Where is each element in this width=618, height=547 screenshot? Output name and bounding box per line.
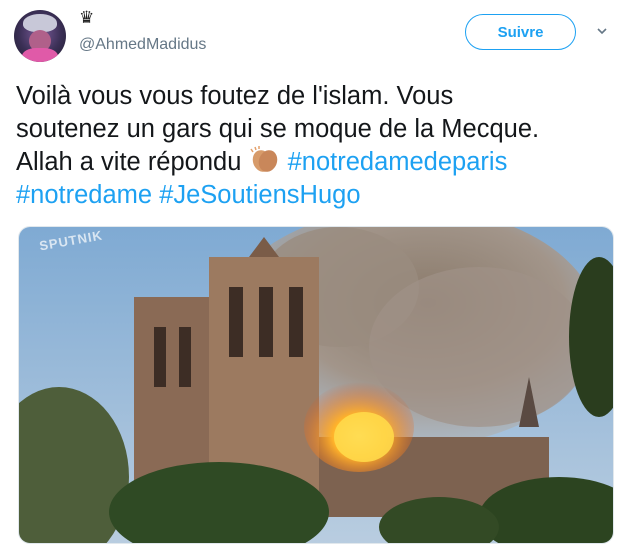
tweet-line-3-text: Allah a vite répondu (16, 148, 249, 176)
tweet-line-3: Allah a vite répondu #notredamedeparis (16, 146, 616, 179)
username[interactable]: @AhmedMadidus (79, 36, 206, 54)
tweet-line-1: Voilà vous vous foutez de l'islam. Vous (16, 82, 454, 110)
follow-button[interactable]: Suivre (465, 14, 576, 50)
tweet-photo[interactable]: SPUTNIK (18, 226, 614, 544)
hashtag-notredamedeparis[interactable]: #notredamedeparis (288, 148, 508, 176)
tweet-line-4: #notredame #JeSoutiensHugo (16, 179, 616, 212)
hashtag-jesoutienshugo[interactable]: #JeSoutiensHugo (159, 181, 360, 209)
avatar[interactable] (14, 10, 66, 62)
tweet-text: Voilà vous vous foutez de l'islam. Vous … (16, 80, 616, 212)
chevron-down-icon[interactable] (597, 26, 607, 36)
hashtag-notredame[interactable]: #notredame (16, 181, 152, 209)
tweet-line-2: soutenez un gars qui se moque de la Mecq… (16, 115, 540, 143)
clapping-hands-icon (249, 146, 277, 172)
crown-icon: ♛ (79, 8, 95, 27)
